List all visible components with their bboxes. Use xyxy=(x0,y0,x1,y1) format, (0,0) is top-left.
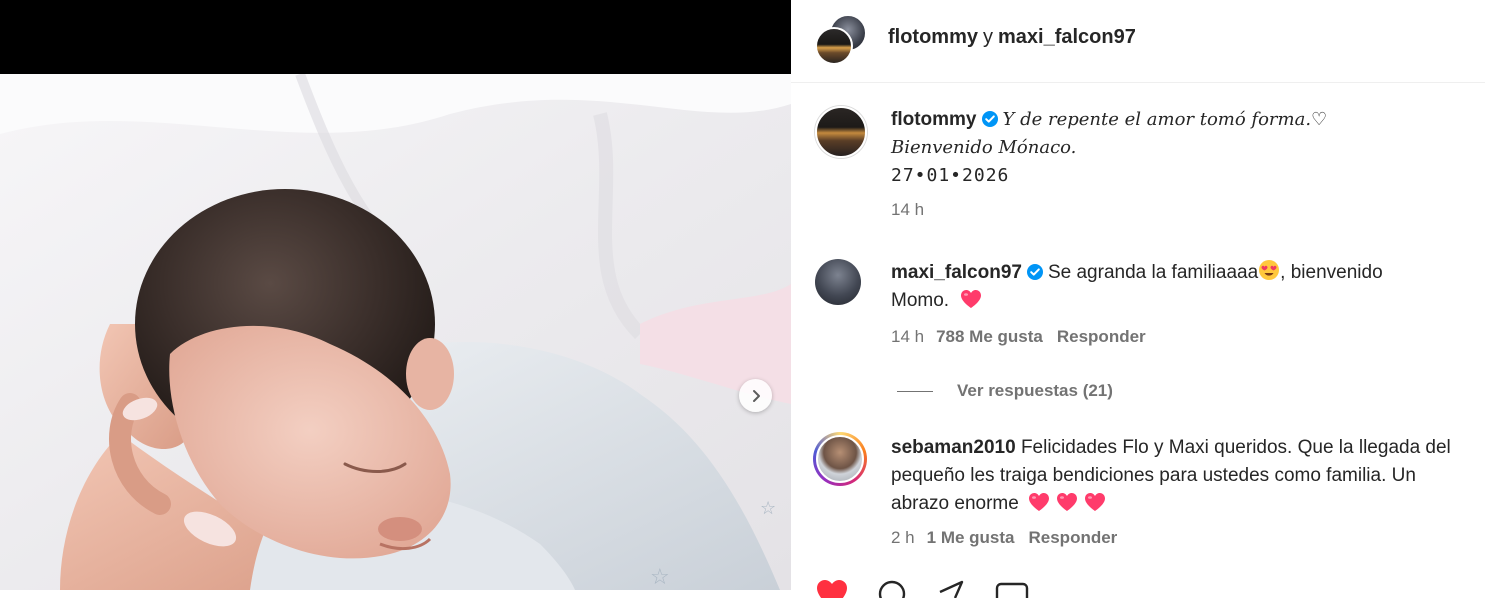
pink-heart-emoji-icon xyxy=(1085,493,1106,511)
authors-connector: y xyxy=(983,26,993,48)
caption-text-line1: Y de repente el amor tomó forma.♡ xyxy=(1002,109,1328,130)
pink-heart-emoji-icon xyxy=(961,290,982,308)
replies-divider-line xyxy=(897,391,933,393)
comment-text-a: Se agranda la familiaaaa xyxy=(1047,262,1259,283)
author-username-1[interactable]: flotommy xyxy=(888,26,978,48)
comment-body: sebaman2010 Felicidades Flo y Maxi queri… xyxy=(891,434,1471,552)
post-authors: flotommy y maxi_falcon97 xyxy=(888,26,1136,49)
post-photo-newborn: ☆ ☆ xyxy=(0,74,791,590)
comment-time: 2 h xyxy=(891,528,915,547)
comment-meta: 14 h 788 Me gusta Responder xyxy=(891,323,1471,351)
caption-text-line2: Bienvenido Mónaco. xyxy=(891,137,1077,158)
svg-text:☆: ☆ xyxy=(760,498,776,519)
avatar-sebaman2010-story-ring[interactable] xyxy=(813,432,867,486)
verified-badge-icon xyxy=(981,111,998,127)
caption-date: 27•01•2026 xyxy=(891,165,1010,186)
svg-text:☆: ☆ xyxy=(650,565,670,590)
caption-time: 14 h xyxy=(891,200,925,219)
author-username-2[interactable]: maxi_falcon97 xyxy=(998,26,1136,48)
caption-body: flotommy Y de repente el amor tomó forma.… xyxy=(891,106,1471,224)
post-side-panel: flotommy y maxi_falcon97 flotommy Y de repe… xyxy=(791,0,1485,598)
comment-username[interactable]: maxi_falcon97 xyxy=(891,262,1022,283)
heart-eyes-emoji-icon xyxy=(1259,260,1280,280)
newborn-photo-illustration: ☆ ☆ xyxy=(0,74,791,590)
avatar-flotommy-caption[interactable] xyxy=(815,106,867,158)
save-bookmark-icon[interactable] xyxy=(995,578,1029,598)
comment-reply-button[interactable]: Responder xyxy=(1029,528,1118,547)
pink-heart-emoji-icon xyxy=(1029,493,1050,511)
comment-username[interactable]: sebaman2010 xyxy=(891,437,1016,458)
next-media-button[interactable] xyxy=(739,379,772,412)
pink-heart-emoji-icon xyxy=(1057,493,1078,511)
like-heart-icon[interactable] xyxy=(815,578,849,598)
comment-time: 14 h xyxy=(891,327,925,346)
comment-body: maxi_falcon97 Se agranda la familiaaaa , b… xyxy=(891,259,1471,351)
caption-username[interactable]: flotommy xyxy=(891,109,977,130)
view-replies-button[interactable]: Ver respuestas (21) xyxy=(897,381,1113,401)
comment-reply-button[interactable]: Responder xyxy=(1057,327,1146,346)
view-replies-label: Ver respuestas (21) xyxy=(957,381,1113,400)
post-media: ☆ ☆ xyxy=(0,0,791,590)
comment-likes-count[interactable]: 1 Me gusta xyxy=(927,528,1015,547)
avatar-sebaman2010 xyxy=(816,435,864,483)
comment-likes-count[interactable]: 788 Me gusta xyxy=(936,327,1043,346)
comment-text-b: , bienvenido xyxy=(1280,262,1383,283)
avatar-maxi-falcon97-comment[interactable] xyxy=(815,259,861,305)
avatar-flotommy[interactable] xyxy=(815,27,853,65)
comment-text-c: Momo. xyxy=(891,290,950,311)
chevron-right-icon xyxy=(752,389,760,402)
post-header: flotommy y maxi_falcon97 xyxy=(791,0,1485,83)
comment-meta: 2 h 1 Me gusta Responder xyxy=(891,524,1471,552)
verified-badge-icon xyxy=(1026,264,1043,280)
share-icon[interactable] xyxy=(937,578,965,598)
comment-bubble-icon[interactable] xyxy=(877,578,907,598)
